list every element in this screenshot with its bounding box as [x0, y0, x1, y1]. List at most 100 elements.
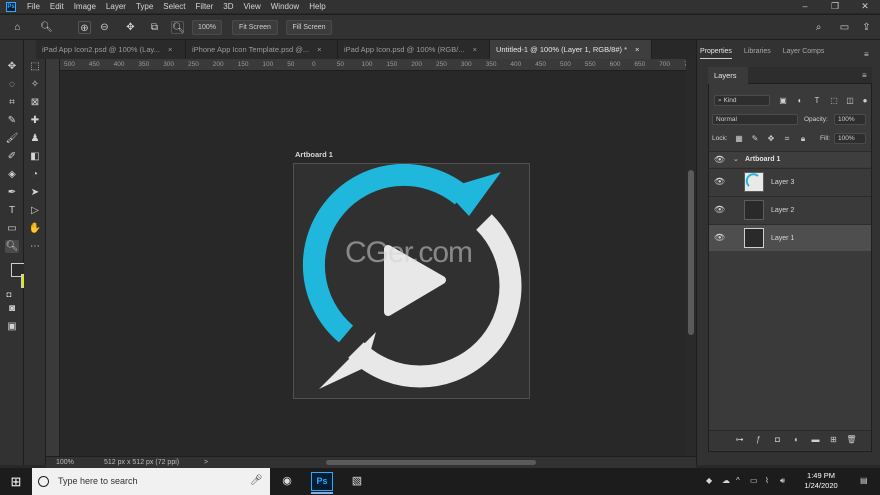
menu-filter[interactable]: Filter: [191, 0, 219, 13]
filter-adjustment-icon[interactable]: ◐: [795, 96, 805, 106]
scrubby-zoom-icon[interactable]: 🔍︎: [171, 21, 185, 34]
network-icon[interactable]: ⌇: [765, 476, 769, 485]
menu-image[interactable]: Image: [69, 0, 101, 13]
photoshop-taskbar-icon[interactable]: Ps: [311, 472, 333, 491]
close-button[interactable]: ✕: [850, 0, 880, 13]
tab-libraries[interactable]: Libraries: [744, 48, 771, 59]
creative-cloud-icon[interactable]: ☁: [722, 476, 730, 485]
layer-style-icon[interactable]: ƒ: [753, 434, 764, 445]
menu-window[interactable]: Window: [266, 0, 304, 13]
opacity-input[interactable]: 100%: [834, 114, 866, 125]
lock-transparent-icon[interactable]: ▦: [734, 134, 744, 144]
lock-position-icon[interactable]: ✥: [766, 134, 776, 144]
microphone-icon[interactable]: 🎤︎: [250, 475, 263, 486]
home-icon[interactable]: ⌂: [11, 21, 24, 34]
visibility-eye-icon[interactable]: 👁︎: [714, 177, 725, 188]
vertical-scroll-thumb[interactable]: [688, 170, 694, 335]
battery-icon[interactable]: ▭: [750, 476, 758, 485]
lock-image-icon[interactable]: ✎: [750, 134, 760, 144]
default-colors-icon[interactable]: ◘: [2, 288, 16, 301]
filter-pixel-icon[interactable]: ▣: [778, 96, 788, 106]
fit-screen-button[interactable]: Fit Screen: [232, 20, 278, 35]
zoom-tool-preset-icon[interactable]: 🔍︎: [40, 21, 53, 34]
layers-panel-title[interactable]: Layers: [708, 67, 748, 84]
menu-edit[interactable]: Edit: [45, 0, 69, 13]
panel-menu-icon[interactable]: ≡: [864, 50, 869, 59]
taskbar-clock[interactable]: 1:49 PM 1/24/2020: [796, 471, 846, 491]
visibility-eye-icon[interactable]: 👁︎: [714, 233, 725, 244]
direct-select-icon[interactable]: ▷: [28, 204, 42, 217]
visibility-eye-icon[interactable]: 👁︎: [714, 154, 725, 165]
zoom-in-icon[interactable]: ⊕: [78, 21, 91, 34]
type-tool-icon[interactable]: T: [5, 204, 19, 217]
tab-close-icon[interactable]: ×: [635, 40, 639, 59]
menu-type[interactable]: Type: [131, 0, 158, 13]
hand-tool-icon[interactable]: ✋: [28, 222, 42, 235]
chevron-down-icon[interactable]: ⌄: [733, 155, 739, 163]
workspace-icon[interactable]: ▭: [838, 21, 851, 34]
layer-group-artboard-1[interactable]: 👁︎ ⌄ Artboard 1: [709, 151, 871, 167]
crop-tool-icon[interactable]: ⌗: [5, 96, 19, 109]
windows-start-icon[interactable]: ⊞: [0, 468, 32, 495]
filter-kind-select[interactable]: ⌕ Kind: [714, 95, 770, 106]
maximize-button[interactable]: ❐: [820, 0, 850, 13]
notifications-icon[interactable]: ▤: [860, 476, 868, 485]
menu-help[interactable]: Help: [304, 0, 330, 13]
dodge-tool-icon[interactable]: ◔: [28, 168, 42, 181]
app-color-icon[interactable]: ▧: [345, 470, 369, 493]
quick-select-icon[interactable]: ✧: [28, 78, 42, 91]
tab-close-icon[interactable]: ×: [168, 40, 172, 59]
tab-untitled-1[interactable]: Untitled-1 @ 100% (Layer 1, RGB/8#) * ×: [490, 40, 652, 59]
tab-ipad-app-icon2[interactable]: iPad App Icon2.psd @ 100% (Lay... ×: [36, 40, 186, 59]
menu-file[interactable]: File: [22, 0, 45, 13]
add-mask-icon[interactable]: ◘: [772, 434, 783, 445]
filter-smart-object-icon[interactable]: ◫: [845, 96, 855, 106]
quick-mask-icon[interactable]: ◙: [5, 302, 19, 315]
new-group-icon[interactable]: ▬: [810, 434, 821, 445]
artboard[interactable]: [293, 163, 530, 399]
artboard-label[interactable]: Artboard 1: [295, 150, 333, 159]
move-tool-icon[interactable]: ✥: [5, 60, 19, 73]
fill-screen-button[interactable]: Fill Screen: [286, 20, 332, 35]
resize-windows-icon[interactable]: ✥: [124, 21, 137, 34]
layer-row-layer-3[interactable]: 👁︎ Layer 3: [709, 168, 871, 195]
more-tools-icon[interactable]: ⋯: [28, 240, 42, 253]
firefox-icon[interactable]: ◉: [275, 470, 299, 493]
layers-menu-icon[interactable]: ≡: [862, 71, 867, 80]
volume-icon[interactable]: 🔊︎: [780, 476, 785, 486]
tab-close-icon[interactable]: ×: [317, 40, 321, 59]
healing-brush-icon[interactable]: ✚: [28, 114, 42, 127]
brush-tool-icon[interactable]: 🖌︎: [5, 132, 19, 145]
layer-row-layer-2[interactable]: 👁︎ Layer 2: [709, 196, 871, 223]
pen-tool-icon[interactable]: ✒: [5, 186, 19, 199]
tab-layer-comps[interactable]: Layer Comps: [783, 48, 825, 59]
menu-3d[interactable]: 3D: [218, 0, 238, 13]
share-icon[interactable]: ⇪: [860, 21, 873, 34]
tab-iphone-app-icon-template[interactable]: iPhone App Icon Template.psd @... ×: [186, 40, 338, 59]
history-brush-icon[interactable]: ✐: [5, 150, 19, 163]
marquee-tool-icon[interactable]: ⬚: [28, 60, 42, 73]
nvidia-icon[interactable]: ◆: [706, 476, 712, 485]
minimize-button[interactable]: –: [790, 0, 820, 13]
screen-mode-icon[interactable]: ▣: [5, 320, 19, 333]
layer-row-layer-1[interactable]: 👁︎ Layer 1: [709, 224, 871, 251]
show-hidden-icons[interactable]: ^: [736, 476, 740, 485]
tab-ipad-app-icon[interactable]: iPad App Icon.psd @ 100% (RGB/... ×: [338, 40, 490, 59]
tab-close-icon[interactable]: ×: [473, 40, 477, 59]
filter-shape-icon[interactable]: ⬚: [829, 96, 839, 106]
delete-layer-icon[interactable]: 🗑︎: [846, 434, 857, 445]
filter-toggle-icon[interactable]: ●: [860, 96, 870, 106]
zoom-out-icon[interactable]: ⊖: [98, 21, 111, 34]
lock-artboard-icon[interactable]: ⌗: [782, 134, 792, 144]
tab-properties[interactable]: Properties: [700, 48, 732, 59]
zoom-percent-button[interactable]: 100%: [192, 20, 222, 35]
fill-input[interactable]: 100%: [834, 133, 866, 144]
link-layers-icon[interactable]: ⊶: [734, 434, 745, 445]
frame-tool-icon[interactable]: ⊠: [28, 96, 42, 109]
lock-all-icon[interactable]: 🔒︎: [798, 134, 808, 144]
adjustment-layer-icon[interactable]: ◐: [791, 434, 802, 445]
filter-type-icon[interactable]: T: [812, 96, 822, 106]
horizontal-scroll-thumb[interactable]: [326, 460, 536, 465]
menu-view[interactable]: View: [239, 0, 266, 13]
zoom-tool-icon[interactable]: 🔍︎: [5, 240, 19, 253]
